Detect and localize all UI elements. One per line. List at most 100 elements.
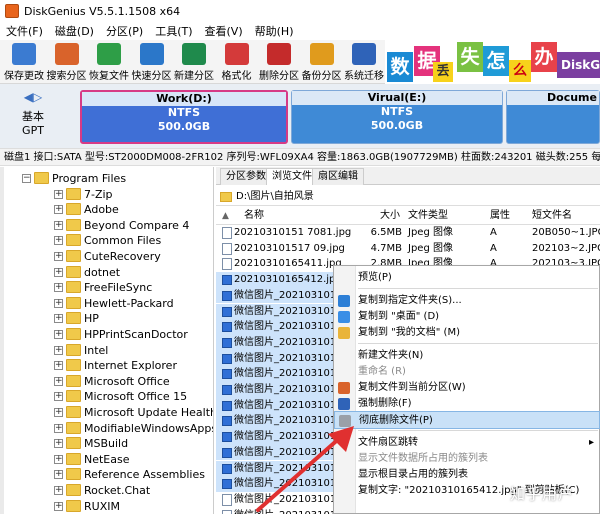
folder-icon	[66, 374, 81, 387]
toolbar-button[interactable]: 系统迁移	[342, 42, 386, 82]
tree-item[interactable]: + HP	[0, 311, 213, 327]
expand-icon[interactable]: +	[54, 408, 63, 417]
tree-item[interactable]: +7-Zip	[0, 187, 213, 203]
expand-icon[interactable]: +	[54, 252, 63, 261]
expand-icon[interactable]: +	[54, 423, 63, 433]
partition-docume[interactable]: Docume	[506, 90, 600, 144]
tree-item[interactable]: + Common Files	[0, 233, 213, 249]
selected-checkbox-icon[interactable]	[222, 385, 232, 395]
toolbar-button[interactable]: 保存更改	[2, 42, 46, 82]
selected-checkbox-icon[interactable]	[222, 353, 232, 364]
expand-icon[interactable]: +	[54, 470, 63, 480]
tree-item-label: ModifiableWindowsApps	[84, 421, 214, 435]
tree-scrollbar[interactable]	[0, 167, 4, 514]
tree-item[interactable]: + CuteRecovery	[0, 249, 213, 265]
folder-tree[interactable]: − Program Files +7-Zip + Adobe + Beyond Compar…	[0, 167, 214, 514]
menu-file[interactable]: 文件(F)	[0, 23, 49, 39]
tree-item[interactable]: + Microsoft Update Health	[0, 405, 213, 421]
tab-partition-params[interactable]: 分区参数	[220, 168, 272, 185]
toolbar-label: 备份分区	[301, 71, 342, 82]
tree-item[interactable]: + Internet Explorer	[0, 358, 213, 374]
expand-icon[interactable]: +	[54, 439, 63, 449]
tree-item[interactable]: + Rocket.Chat	[0, 483, 213, 499]
tree-item[interactable]: + HPPrintScanDoctor	[0, 327, 213, 343]
tree-item[interactable]: + dotnet	[0, 265, 213, 281]
tree-item[interactable]: + MSBuild	[0, 436, 213, 452]
menu-help[interactable]: 帮助(H)	[249, 23, 300, 39]
menu-tools[interactable]: 工具(T)	[149, 23, 198, 39]
tree-item[interactable]: + NetEase	[0, 452, 213, 468]
toolbar-button[interactable]: 快速分区	[130, 42, 174, 82]
selected-checkbox-icon[interactable]	[222, 306, 232, 317]
partition-work[interactable]: Work(D:) NTFS 500.0GB	[80, 90, 288, 144]
expand-icon[interactable]: +	[54, 345, 63, 355]
selected-checkbox-icon[interactable]	[222, 290, 232, 301]
tree-item[interactable]: + Reference Assemblies	[0, 467, 213, 483]
menu-partition[interactable]: 分区(P)	[100, 23, 149, 39]
tree-item[interactable]: + Beyond Compare 4	[0, 218, 213, 234]
tab-browse-files[interactable]: 浏览文件	[266, 168, 318, 185]
expand-icon[interactable]: +	[54, 454, 63, 464]
col-short[interactable]: 短文件名	[532, 207, 572, 225]
expand-icon[interactable]: +	[54, 298, 63, 308]
next-disk-icon[interactable]: ▷	[33, 90, 42, 104]
expand-icon[interactable]: +	[54, 267, 63, 277]
selected-checkbox-icon[interactable]	[222, 479, 232, 490]
expand-icon[interactable]: +	[54, 283, 63, 293]
expand-icon[interactable]: +	[54, 392, 63, 402]
tab-sector-edit[interactable]: 扇区编辑	[312, 168, 364, 185]
expand-icon[interactable]: +	[54, 314, 63, 324]
tree-item[interactable]: + Adobe	[0, 202, 213, 218]
tree-item[interactable]: + Intel	[0, 343, 213, 359]
tree-item[interactable]: + RUXIM	[0, 499, 213, 514]
expand-icon[interactable]: +	[54, 376, 63, 386]
promo-banner[interactable]: 数 据 丢 失 怎 么 办 DiskG	[385, 40, 600, 84]
file-row[interactable]: 202103101517 09.jpg 4.7MB Jpeg 图像 A 202103~2…	[216, 241, 600, 257]
expand-icon[interactable]: +	[54, 205, 63, 215]
toolbar-button[interactable]: 搜索分区	[45, 42, 89, 82]
menu-item[interactable]: 彻底删除文件(P)	[334, 411, 600, 429]
prev-disk-icon[interactable]: ◀	[24, 90, 33, 104]
tree-item[interactable]: + FreeFileSync	[0, 280, 213, 296]
menu-item[interactable]: 复制到 "我的文档" (M)	[334, 324, 600, 342]
expand-icon[interactable]: +	[54, 501, 63, 511]
selected-checkbox-icon[interactable]	[222, 337, 232, 348]
menu-view[interactable]: 查看(V)	[199, 23, 249, 39]
selected-checkbox-icon[interactable]	[222, 369, 232, 380]
tree-item[interactable]: + Microsoft Office 15	[0, 389, 213, 405]
expand-icon[interactable]: +	[54, 330, 63, 339]
expand-icon[interactable]: +	[54, 486, 63, 495]
selected-checkbox-icon[interactable]	[222, 416, 232, 427]
expand-icon[interactable]: +	[54, 220, 63, 230]
expand-icon[interactable]: +	[54, 236, 63, 246]
menu-disk[interactable]: 磁盘(D)	[49, 23, 100, 39]
selected-checkbox-icon[interactable]	[222, 322, 232, 333]
toolbar-button[interactable]: 新建分区	[172, 42, 216, 82]
path-bar[interactable]: D:\图片\自拍风景	[216, 188, 600, 206]
selected-checkbox-icon[interactable]	[222, 275, 232, 286]
menu-item[interactable]: 预览(P)	[334, 269, 600, 287]
toolbar-button[interactable]: 格式化	[215, 42, 259, 82]
selected-checkbox-icon[interactable]	[222, 400, 232, 411]
file-row[interactable]: 20210310151 7081.jpg 6.5MB Jpeg 图像 A 20B050~…	[216, 225, 600, 241]
selected-checkbox-icon[interactable]	[222, 463, 232, 474]
menu-item-label: 复制文件到当前分区(W)	[358, 382, 466, 393]
col-type[interactable]: 文件类型	[408, 207, 448, 225]
toolbar-button[interactable]: 删除分区	[257, 42, 301, 82]
toolbar-button[interactable]: 恢复文件	[87, 42, 131, 82]
toolbar-label: 新建分区	[174, 71, 214, 82]
col-size[interactable]: 大小	[380, 207, 400, 225]
collapse-icon[interactable]: −	[22, 174, 31, 183]
selected-checkbox-icon[interactable]	[222, 432, 232, 443]
tree-item[interactable]: + Hewlett-Packard	[0, 296, 213, 312]
expand-icon[interactable]: +	[54, 189, 63, 199]
tree-item[interactable]: + ModifiableWindowsApps	[0, 421, 214, 437]
tree-item[interactable]: + Microsoft Office	[0, 374, 213, 390]
col-attr[interactable]: 属性	[490, 207, 510, 225]
partition-virual[interactable]: Virual(E:) NTFS 500.0GB	[291, 90, 503, 144]
selected-checkbox-icon[interactable]	[222, 447, 232, 458]
expand-icon[interactable]: +	[54, 361, 63, 371]
col-name[interactable]: 名称	[244, 207, 264, 225]
toolbar-button[interactable]: 备份分区	[300, 42, 344, 82]
tree-item[interactable]: − Program Files	[0, 171, 213, 187]
